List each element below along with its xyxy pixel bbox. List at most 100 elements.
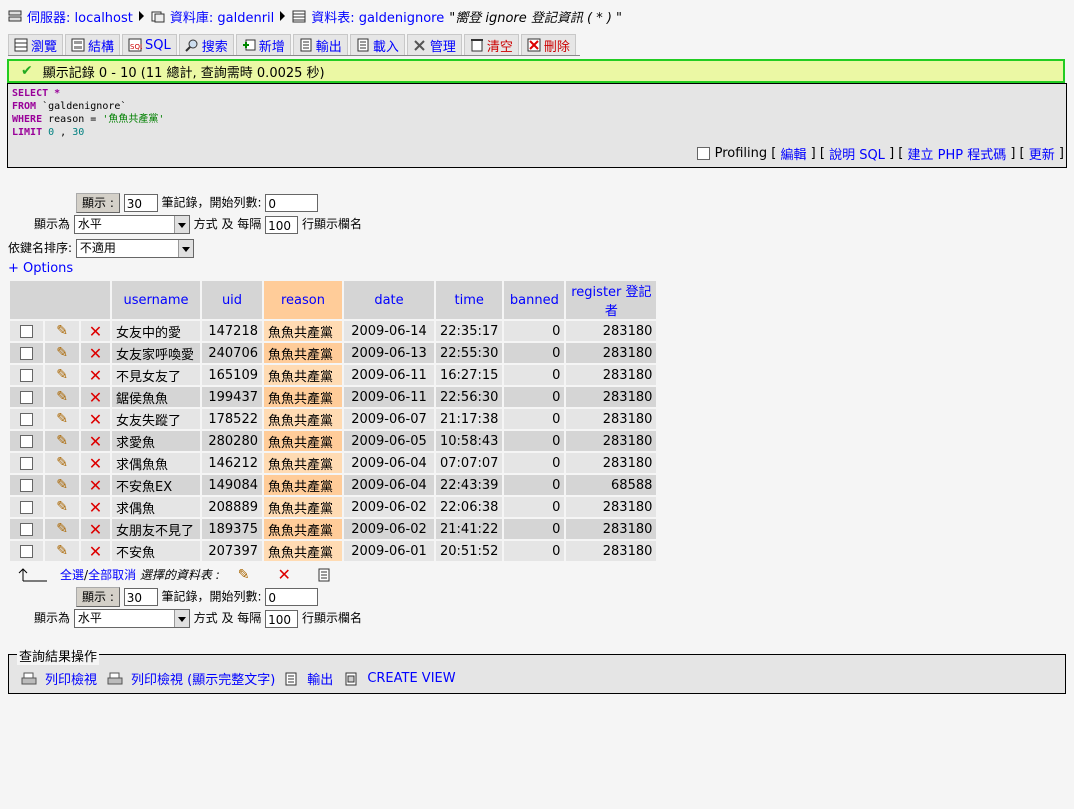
column-header-register[interactable]: register 登記者 — [566, 281, 657, 319]
cell-date: 2009-06-02 — [344, 519, 434, 539]
cell-banned: 0 — [504, 541, 565, 561]
create-view-icon — [345, 672, 357, 685]
tab-export[interactable]: 輸出 — [292, 34, 348, 55]
delete-icon[interactable]: ✕ — [89, 498, 102, 517]
cell-uid: 189375 — [202, 519, 262, 539]
options-link[interactable]: + Options — [8, 261, 73, 276]
tab-search[interactable]: 搜索 — [178, 34, 234, 55]
header-row: username uid reason date time banned reg… — [10, 281, 657, 319]
tab-structure[interactable]: 結構 — [65, 34, 121, 55]
breadcrumb: 伺服器: localhost 資料庫: galdenril 資料表: galde… — [8, 7, 623, 26]
row-checkbox[interactable] — [20, 434, 34, 448]
tab-drop[interactable]: 刪除 — [520, 34, 576, 55]
row-checkbox[interactable] — [20, 412, 34, 426]
start-input-bottom[interactable]: 0 — [265, 588, 319, 606]
export-results-link[interactable]: 輸出 — [307, 669, 333, 688]
server-link[interactable]: 伺服器: localhost — [27, 7, 133, 26]
row-checkbox[interactable] — [20, 324, 34, 338]
table-comment: "嚮登 ignore 登記資訊 ( * ) " — [449, 10, 623, 26]
sql-actions: Profiling [ 編輯 ] [ 說明 SQL ] [ 建立 PHP 程式碼… — [697, 144, 1064, 163]
edit-icon[interactable]: ✎ — [56, 323, 68, 339]
delete-selected-icon[interactable]: ✕ — [278, 565, 291, 584]
delete-icon[interactable]: ✕ — [89, 388, 102, 407]
row-checkbox[interactable] — [20, 368, 34, 382]
column-header-reason[interactable]: reason — [264, 281, 342, 319]
query-results-operations: 查詢結果操作 列印檢視 列印檢視 (顯示完整文字) 輸出 CREATE VIEW — [8, 646, 1066, 694]
cell-banned: 0 — [504, 431, 565, 451]
cell-reason: 魚魚共產黨 — [264, 343, 342, 363]
delete-icon[interactable]: ✕ — [89, 344, 102, 363]
cell-banned: 0 — [504, 519, 565, 539]
tab-insert[interactable]: 新增 — [235, 34, 291, 55]
row-checkbox[interactable] — [20, 522, 34, 536]
print-view-link[interactable]: 列印檢視 — [45, 669, 97, 688]
row-checkbox[interactable] — [20, 478, 34, 492]
tab-empty[interactable]: 清空 — [463, 34, 519, 55]
edit-icon[interactable]: ✎ — [56, 543, 68, 559]
show-button[interactable]: 顯示 : — [76, 193, 120, 213]
create-php-code-link[interactable]: 建立 PHP 程式碼 — [907, 144, 1006, 163]
show-button-bottom[interactable]: 顯示 : — [76, 587, 120, 607]
structure-icon — [71, 38, 85, 52]
edit-selected-icon[interactable]: ✎ — [238, 567, 250, 583]
tab-label: 清空 — [486, 39, 513, 55]
row-checkbox[interactable] — [20, 456, 34, 470]
column-header-username[interactable]: username — [112, 281, 200, 319]
cell-username: 求愛魚 — [112, 431, 200, 451]
edit-icon[interactable]: ✎ — [56, 389, 68, 405]
cell-date: 2009-06-05 — [344, 431, 434, 451]
edit-sql-link[interactable]: 編輯 — [781, 144, 807, 163]
tab-operations[interactable]: 管理 — [406, 34, 462, 55]
refresh-link[interactable]: 更新 — [1029, 144, 1055, 163]
edit-icon[interactable]: ✎ — [56, 477, 68, 493]
delete-icon[interactable]: ✕ — [89, 476, 102, 495]
row-checkbox[interactable] — [20, 346, 34, 360]
delete-icon[interactable]: ✕ — [89, 322, 102, 341]
row-checkbox[interactable] — [20, 390, 34, 404]
rows-input-bottom[interactable]: 30 — [123, 588, 158, 606]
column-header-time[interactable]: time — [436, 281, 503, 319]
cell-date: 2009-06-11 — [344, 365, 434, 385]
edit-icon[interactable]: ✎ — [56, 433, 68, 449]
column-header-banned[interactable]: banned — [504, 281, 565, 319]
print-view-full-link[interactable]: 列印檢視 (顯示完整文字) — [131, 669, 275, 688]
edit-icon[interactable]: ✎ — [56, 345, 68, 361]
row-checkbox[interactable] — [20, 500, 34, 514]
row-checkbox[interactable] — [20, 544, 34, 558]
table-link[interactable]: 資料表: galdenignore — [311, 7, 444, 26]
edit-icon[interactable]: ✎ — [56, 521, 68, 537]
profiling-checkbox[interactable] — [697, 147, 711, 160]
delete-icon[interactable]: ✕ — [89, 410, 102, 429]
delete-icon[interactable]: ✕ — [89, 432, 102, 451]
create-view-link[interactable]: CREATE VIEW — [367, 671, 455, 686]
display-mode-select-bottom[interactable]: 水平 — [73, 609, 190, 628]
delete-icon[interactable]: ✕ — [89, 542, 102, 561]
results-table: username uid reason date time banned reg… — [8, 279, 658, 563]
options-toggle[interactable]: + Options — [8, 261, 73, 276]
start-input[interactable]: 0 — [265, 194, 319, 212]
export-selected-icon[interactable] — [317, 568, 331, 582]
edit-icon[interactable]: ✎ — [56, 499, 68, 515]
row-checkbox-cell — [10, 475, 44, 495]
database-link[interactable]: 資料庫: galdenril — [170, 7, 274, 26]
tab-browse[interactable]: 瀏覽 — [8, 34, 64, 55]
edit-icon[interactable]: ✎ — [56, 411, 68, 427]
explain-sql-link[interactable]: 說明 SQL — [829, 144, 885, 163]
edit-icon[interactable]: ✎ — [56, 367, 68, 383]
tab-import[interactable]: 載入 — [349, 34, 405, 55]
rows-input[interactable]: 30 — [123, 194, 158, 212]
tab-sql[interactable]: SQL SQL — [122, 34, 177, 55]
repeat-header-input[interactable]: 100 — [265, 215, 299, 234]
column-header-date[interactable]: date — [344, 281, 434, 319]
delete-icon[interactable]: ✕ — [89, 454, 102, 473]
unselect-all-link[interactable]: 全部取消 — [88, 566, 136, 583]
column-header-uid[interactable]: uid — [202, 281, 262, 319]
display-mode-select[interactable]: 水平 — [73, 215, 190, 234]
edit-icon[interactable]: ✎ — [56, 455, 68, 471]
select-all-link[interactable]: 全選 — [60, 566, 84, 583]
sort-by-key-select[interactable]: 不適用 — [75, 239, 194, 258]
delete-icon[interactable]: ✕ — [89, 520, 102, 539]
tab-label: 結構 — [88, 39, 115, 55]
delete-icon[interactable]: ✕ — [89, 366, 102, 385]
repeat-header-input-bottom[interactable]: 100 — [265, 609, 299, 628]
